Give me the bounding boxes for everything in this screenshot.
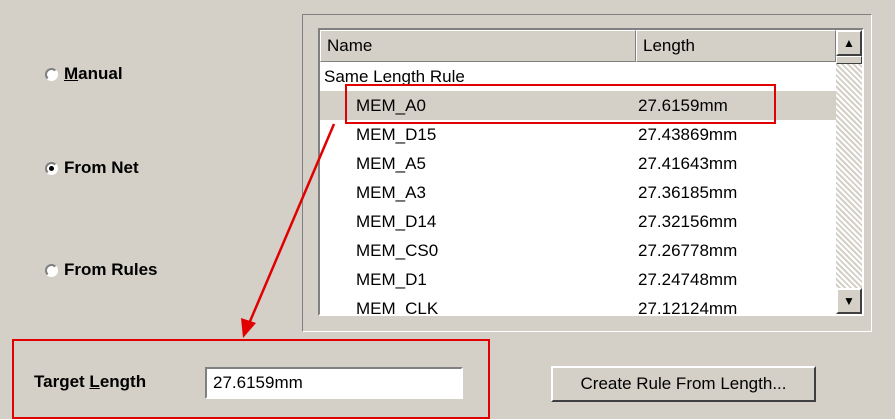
list-row[interactable]: MEM_CLK 27.12124mm <box>320 294 836 316</box>
from-net-radio-dot[interactable] <box>45 161 58 175</box>
row-name: MEM_A3 <box>356 182 426 202</box>
column-header-name[interactable]: Name <box>320 30 636 62</box>
column-header-length[interactable]: Length <box>636 30 836 62</box>
list-header: Name Length <box>320 30 836 62</box>
row-length: 27.24748mm <box>638 269 738 289</box>
manual-radio[interactable]: Manual <box>45 64 123 84</box>
arrow-down-icon: ▼ <box>843 294 855 308</box>
row-length: 27.41643mm <box>638 153 738 173</box>
row-name: MEM_D15 <box>356 124 437 144</box>
manual-radio-dot[interactable] <box>45 67 58 81</box>
scroll-thumb[interactable] <box>836 56 862 64</box>
scroll-up-button[interactable]: ▲ <box>836 30 862 56</box>
list-row[interactable]: MEM_D15 27.43869mm <box>320 120 836 149</box>
row-length: 27.36185mm <box>638 182 738 202</box>
target-length-label: Target Length <box>34 372 147 391</box>
scroll-down-button[interactable]: ▼ <box>836 288 862 314</box>
list-row[interactable]: MEM_CS0 27.26778mm <box>320 236 836 265</box>
list-row[interactable]: MEM_D1 27.24748mm <box>320 265 836 294</box>
list-row[interactable]: MEM_A3 27.36185mm <box>320 178 836 207</box>
from-net-radio[interactable]: From Net <box>45 158 139 178</box>
row-length: 27.32156mm <box>638 211 738 231</box>
from-rules-radio[interactable]: From Rules <box>45 260 158 280</box>
row-name: MEM_CS0 <box>356 240 439 260</box>
row-name: MEM_A5 <box>356 153 426 173</box>
highlight-selected-row <box>345 84 776 124</box>
row-name: MEM_D1 <box>356 269 427 289</box>
vertical-scrollbar[interactable]: ▲ ▼ <box>836 30 862 314</box>
row-length: 27.26778mm <box>638 240 738 260</box>
arrow-up-icon: ▲ <box>843 36 855 50</box>
from-rules-label: From Rules <box>64 260 158 279</box>
row-name: MEM_D14 <box>356 211 437 231</box>
target-length-input[interactable] <box>205 367 463 399</box>
list-row[interactable]: MEM_D14 27.32156mm <box>320 207 836 236</box>
create-rule-from-length-button[interactable]: Create Rule From Length... <box>551 366 816 402</box>
manual-label: Manual <box>64 64 123 83</box>
row-length: 27.43869mm <box>638 124 738 144</box>
net-length-list[interactable]: Name Length Same Length Rule MEM_A0 27.6… <box>318 28 864 316</box>
row-name: MEM_CLK <box>356 298 439 316</box>
list-row[interactable]: MEM_A5 27.41643mm <box>320 149 836 178</box>
row-length: 27.12124mm <box>638 298 738 316</box>
from-net-label: From Net <box>64 158 139 177</box>
scroll-track[interactable] <box>836 30 862 314</box>
from-rules-radio-dot[interactable] <box>45 263 58 277</box>
